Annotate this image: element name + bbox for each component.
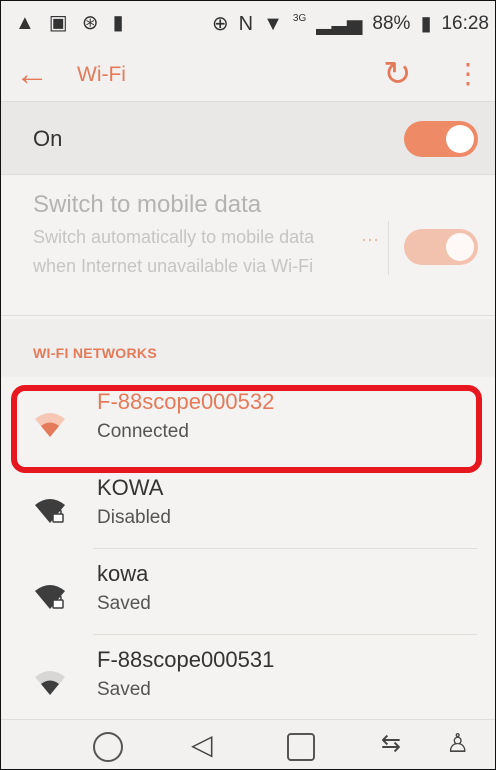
warning-icon: ▲ xyxy=(15,12,35,34)
wifi-toggle-label: On xyxy=(33,126,63,151)
wifi-locked-icon xyxy=(31,491,69,529)
wifi-signal-icon xyxy=(31,663,69,701)
mobile-data-toggle-switch[interactable] xyxy=(404,229,478,265)
signal-strength-icon: ▂▃▅ xyxy=(316,13,363,35)
refresh-icon[interactable]: ↻ xyxy=(383,54,412,94)
dual-window-icon[interactable]: ⇆ xyxy=(381,729,401,758)
home-button-icon[interactable] xyxy=(93,732,123,762)
wifi-locked-icon xyxy=(31,577,69,615)
network-name: kowa xyxy=(97,561,149,586)
wifi-networks-header: WI-FI NETWORKS xyxy=(1,319,495,377)
network-item-f-88scope000531[interactable]: F-88scope000531 Saved xyxy=(1,635,495,721)
network-status: Disabled xyxy=(97,507,171,528)
app-bar: ← Wi-Fi ↻ ⋮ xyxy=(1,51,495,102)
network-item-kowa-upper[interactable]: KOWA Disabled xyxy=(1,463,495,549)
mobile-data-subtitle: Switch automatically to mobile data when… xyxy=(33,227,315,276)
network-name: F-88scope000531 xyxy=(97,647,275,672)
toggle-knob xyxy=(446,125,474,153)
wifi-toggle-row[interactable]: On xyxy=(1,102,495,175)
network-item-kowa-lower[interactable]: kowa Saved xyxy=(1,549,495,635)
network-status: Saved xyxy=(97,593,151,614)
mobile-data-options-icon[interactable]: ··· xyxy=(361,229,379,250)
toggle-knob xyxy=(446,233,474,261)
more-options-icon[interactable]: ⋮ xyxy=(454,57,482,90)
page-title: Wi-Fi xyxy=(77,63,126,86)
nfc-icon: N xyxy=(238,13,254,35)
clock-icon: ⊛ xyxy=(81,12,99,34)
phone-screen: ▲ ▣ ⊛ ▮ ⊕ N ▼ 3G ▂▃▅ 88% ▮ 16:28 ← Wi-Fi… xyxy=(0,0,496,770)
status-bar: ▲ ▣ ⊛ ▮ ⊕ N ▼ 3G ▂▃▅ 88% ▮ 16:28 xyxy=(1,1,495,51)
highlight-box xyxy=(11,385,482,473)
navigation-bar: ◁ ⇆ ♙ xyxy=(1,719,495,769)
battery-percentage: 88% xyxy=(372,13,411,34)
switch-to-mobile-data-row[interactable]: Switch to mobile data Switch automatical… xyxy=(1,175,495,316)
network-name: KOWA xyxy=(97,475,164,500)
image-icon: ▣ xyxy=(48,12,68,34)
wifi-status-icon: ▼ xyxy=(263,13,283,35)
battery-saver-icon: ▮ xyxy=(112,12,124,34)
divider xyxy=(388,221,389,275)
wifi-toggle-switch[interactable] xyxy=(404,121,478,157)
accessibility-icon[interactable]: ♙ xyxy=(446,728,469,759)
back-arrow-icon[interactable]: ← xyxy=(15,57,49,91)
section-title: WI-FI NETWORKS xyxy=(33,345,157,361)
signal-label: 3G xyxy=(292,12,307,24)
back-button-icon[interactable]: ◁ xyxy=(191,728,213,761)
network-status: Saved xyxy=(97,679,151,700)
add-circle-icon: ⊕ xyxy=(211,13,229,35)
battery-icon: ▮ xyxy=(420,13,432,35)
mobile-data-title: Switch to mobile data xyxy=(33,191,262,218)
recents-button-icon[interactable] xyxy=(287,733,315,761)
clock-time: 16:28 xyxy=(441,13,489,34)
